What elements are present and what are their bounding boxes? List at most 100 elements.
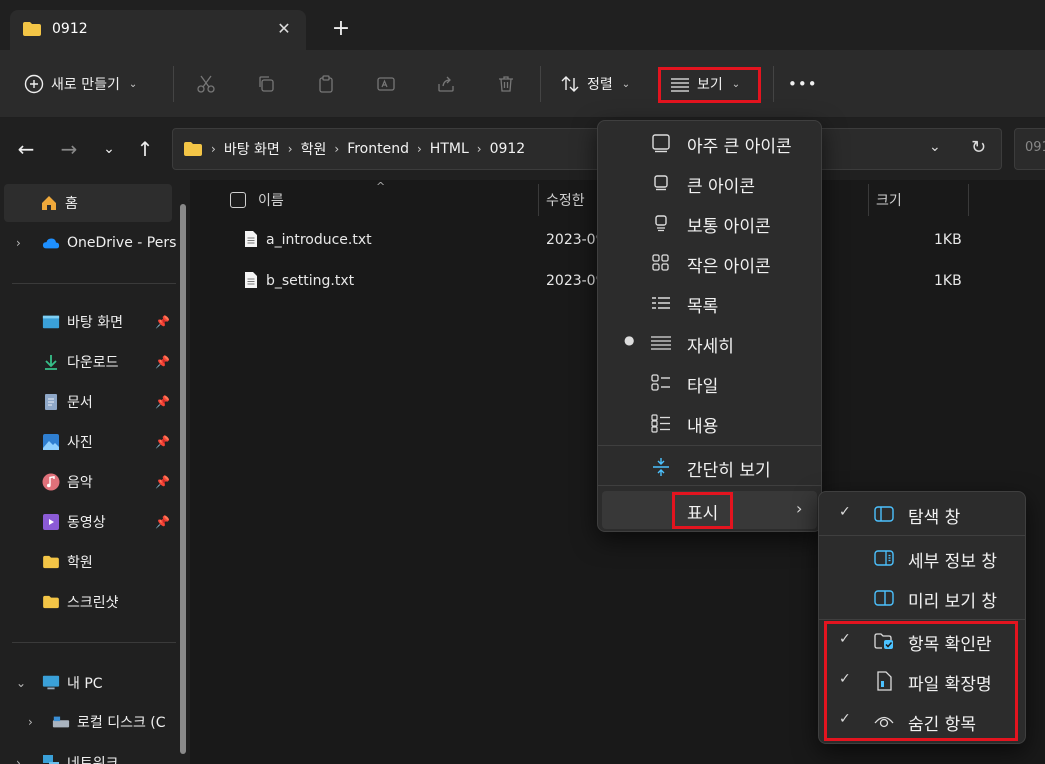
share-button[interactable] bbox=[436, 67, 456, 101]
large-icons-icon bbox=[654, 175, 668, 191]
more-options-button[interactable]: ••• bbox=[788, 67, 818, 101]
pictures-icon bbox=[42, 433, 60, 451]
sidebar-item-network[interactable]: › 네트워크 bbox=[0, 744, 176, 764]
menu-item-label: 타일 bbox=[687, 377, 719, 397]
sidebar-item-screenshots[interactable]: 스크린샷 bbox=[0, 583, 176, 621]
pin-icon[interactable]: 📌 bbox=[155, 395, 170, 409]
rename-button[interactable] bbox=[376, 67, 396, 101]
chevron-right-icon[interactable]: › bbox=[334, 142, 339, 156]
divider bbox=[12, 642, 176, 643]
address-row: ← → ⌄ ↑ › 바탕 화면 › 학원 › Frontend › HTML ›… bbox=[0, 118, 1045, 180]
breadcrumb-item[interactable]: 학원 bbox=[301, 139, 327, 159]
sidebar-item-desktop[interactable]: 바탕 화면 📌 bbox=[0, 303, 176, 341]
back-arrow-icon[interactable]: ← bbox=[13, 136, 39, 162]
recent-locations-chevron-icon[interactable]: ⌄ bbox=[96, 136, 122, 162]
tab-0912[interactable]: 0912 ✕ bbox=[10, 10, 306, 50]
navigation-pane: 홈 › OneDrive - Pers 바탕 화면 📌 다운로드 📌 문서 📌 bbox=[0, 180, 190, 764]
column-header-name[interactable]: 이름 bbox=[258, 190, 284, 210]
chevron-right-icon[interactable]: › bbox=[28, 715, 33, 729]
chevron-right-icon: › bbox=[796, 499, 803, 518]
chevron-right-icon[interactable]: › bbox=[16, 236, 21, 250]
breadcrumb-item[interactable]: HTML bbox=[430, 141, 469, 157]
column-divider[interactable] bbox=[868, 184, 869, 216]
chevron-right-icon[interactable]: › bbox=[477, 142, 482, 156]
chevron-right-icon[interactable]: › bbox=[288, 142, 293, 156]
menu-item-extra-large-icons[interactable]: 아주 큰 아이콘 bbox=[602, 124, 817, 162]
select-all-checkbox[interactable] bbox=[230, 192, 246, 208]
preview-pane-icon bbox=[874, 590, 894, 606]
menu-item-content[interactable]: 내용 bbox=[602, 404, 817, 442]
divider bbox=[12, 283, 176, 284]
menu-item-medium-icons[interactable]: 보통 아이콘 bbox=[602, 204, 817, 242]
sidebar-item-label: 네트워크 bbox=[67, 756, 119, 764]
sidebar-item-label: 동영상 bbox=[67, 515, 106, 531]
sidebar-item-onedrive[interactable]: › OneDrive - Pers bbox=[0, 224, 176, 262]
sidebar-item-downloads[interactable]: 다운로드 📌 bbox=[0, 343, 176, 381]
refresh-icon[interactable]: ↻ bbox=[971, 137, 986, 158]
column-header-size[interactable]: 크기 bbox=[876, 190, 902, 210]
up-arrow-icon[interactable]: ↑ bbox=[132, 136, 158, 162]
file-size: 1KB bbox=[934, 273, 962, 289]
sidebar-scrollbar[interactable] bbox=[180, 204, 186, 754]
menu-item-label: 미리 보기 창 bbox=[908, 592, 998, 612]
copy-button[interactable] bbox=[256, 67, 276, 101]
menu-item-preview-pane[interactable]: 미리 보기 창 bbox=[823, 579, 1021, 617]
sidebar-item-label: 음악 bbox=[67, 475, 93, 491]
menu-item-details-pane[interactable]: 세부 정보 창 bbox=[823, 539, 1021, 577]
menu-item-label: 탐색 창 bbox=[908, 508, 961, 528]
menu-item-compact-view[interactable]: 간단히 보기 bbox=[602, 448, 817, 486]
checkmark-icon: ✓ bbox=[839, 504, 851, 520]
address-bar[interactable]: › 바탕 화면 › 학원 › Frontend › HTML › 0912 ⌄ … bbox=[172, 128, 1002, 170]
sidebar-item-documents[interactable]: 문서 📌 bbox=[0, 383, 176, 421]
breadcrumb-item[interactable]: 0912 bbox=[490, 141, 526, 157]
delete-button[interactable] bbox=[496, 67, 516, 101]
pin-icon[interactable]: 📌 bbox=[155, 315, 170, 329]
breadcrumb-item[interactable]: 바탕 화면 bbox=[224, 139, 280, 159]
chevron-down-icon: ⌄ bbox=[128, 78, 138, 90]
sidebar-item-local-disk[interactable]: › 로컬 디스크 (C bbox=[0, 703, 176, 741]
chevron-right-icon[interactable]: › bbox=[417, 142, 422, 156]
sidebar-item-label: 문서 bbox=[67, 395, 93, 411]
menu-item-navigation-pane[interactable]: ✓ 탐색 창 bbox=[823, 495, 1021, 533]
pin-icon[interactable]: 📌 bbox=[155, 355, 170, 369]
sidebar-item-videos[interactable]: 동영상 📌 bbox=[0, 503, 176, 541]
details-view-icon bbox=[651, 336, 671, 350]
network-icon bbox=[42, 754, 60, 764]
column-header-modified[interactable]: 수정한 bbox=[546, 190, 585, 210]
chevron-right-icon[interactable]: › bbox=[16, 756, 21, 764]
menu-item-small-icons[interactable]: 작은 아이콘 bbox=[602, 244, 817, 282]
sidebar-item-music[interactable]: 음악 📌 bbox=[0, 463, 176, 501]
pin-icon[interactable]: 📌 bbox=[155, 435, 170, 449]
column-divider[interactable] bbox=[968, 184, 969, 216]
pin-icon[interactable]: 📌 bbox=[155, 515, 170, 529]
title-bar: 0912 ✕ + bbox=[0, 0, 1045, 50]
menu-item-label: 자세히 bbox=[687, 337, 734, 357]
sidebar-item-this-pc[interactable]: ⌄ 내 PC bbox=[0, 664, 176, 702]
column-divider[interactable] bbox=[538, 184, 539, 216]
new-button-label: 새로 만들기 bbox=[51, 77, 120, 93]
sidebar-item-pictures[interactable]: 사진 📌 bbox=[0, 423, 176, 461]
sidebar-item-home[interactable]: 홈 bbox=[4, 184, 172, 222]
menu-item-tiles[interactable]: 타일 bbox=[602, 364, 817, 402]
home-icon bbox=[40, 194, 58, 212]
new-button[interactable]: 새로 만들기 ⌄ bbox=[24, 67, 137, 101]
menu-item-list[interactable]: 목록 bbox=[602, 284, 817, 322]
address-history-chevron-icon[interactable]: ⌄ bbox=[929, 139, 941, 155]
file-modified: 2023-09 bbox=[546, 232, 605, 248]
chevron-down-icon[interactable]: ⌄ bbox=[16, 676, 26, 690]
checked-items-highlight-box bbox=[824, 621, 1018, 741]
share-icon bbox=[438, 76, 454, 92]
close-tab-icon[interactable]: ✕ bbox=[274, 19, 294, 39]
search-input[interactable]: 0912 bbox=[1014, 128, 1045, 170]
cut-button[interactable] bbox=[196, 67, 216, 101]
pin-icon[interactable]: 📌 bbox=[155, 475, 170, 489]
sort-button[interactable]: 정렬 ⌄ bbox=[560, 67, 630, 101]
new-tab-button[interactable]: + bbox=[330, 18, 352, 40]
menu-item-details[interactable]: ● 자세히 bbox=[602, 324, 817, 362]
menu-item-large-icons[interactable]: 큰 아이콘 bbox=[602, 164, 817, 202]
sidebar-item-hakwon[interactable]: 학원 bbox=[0, 543, 176, 581]
sidebar-item-label: OneDrive - Pers bbox=[67, 235, 176, 251]
breadcrumb-item[interactable]: Frontend bbox=[347, 141, 409, 157]
paste-button[interactable] bbox=[316, 67, 336, 101]
forward-arrow-icon[interactable]: → bbox=[56, 136, 82, 162]
